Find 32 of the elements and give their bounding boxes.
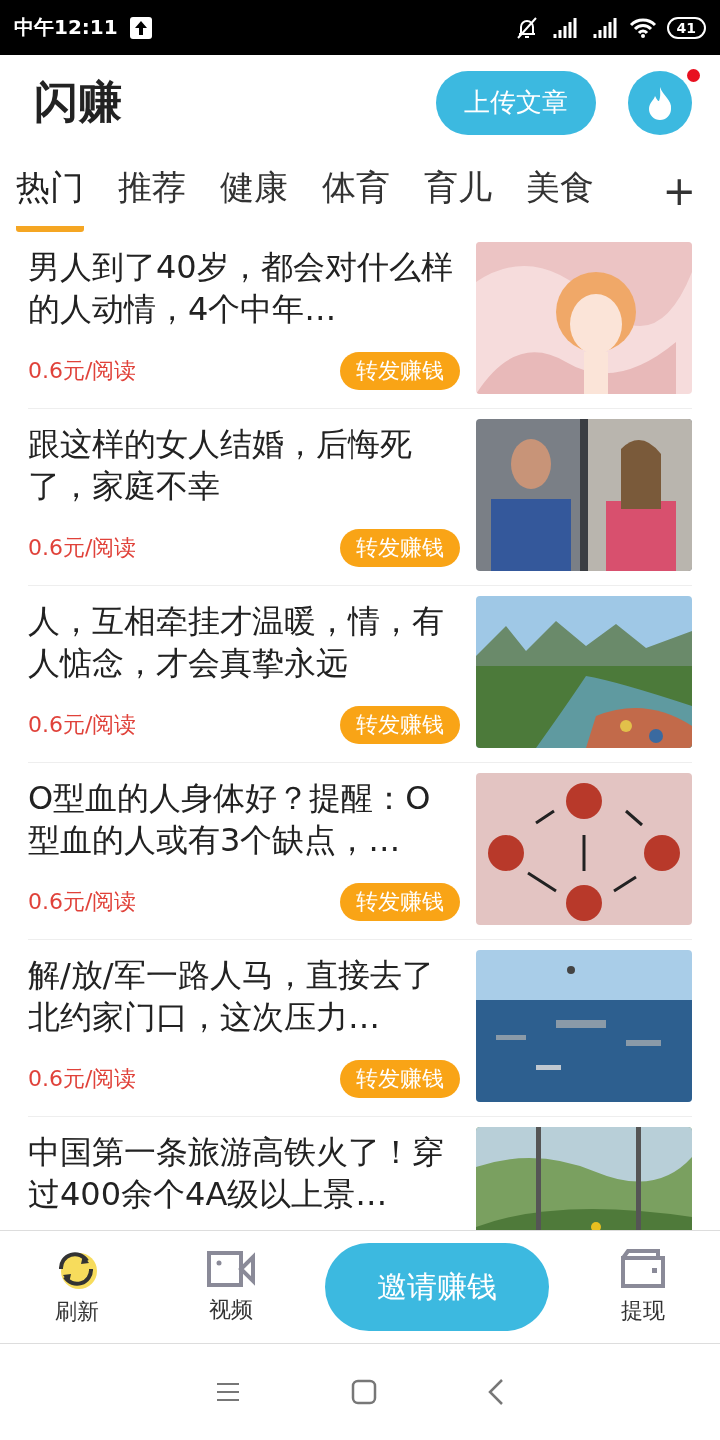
article-title[interactable]: 中国第一条旅游高铁火了！穿过400余个4A级以上景…: [28, 1131, 460, 1215]
article-title[interactable]: 跟这样的女人结婚，后悔死了，家庭不幸: [28, 423, 460, 507]
flame-icon: [647, 85, 673, 120]
wallet-icon: [620, 1248, 666, 1290]
video-camera-icon: [207, 1249, 255, 1289]
menu-icon[interactable]: [215, 1380, 241, 1403]
article-title[interactable]: 男人到了40岁，都会对什么样的人动情，4个中年…: [28, 246, 460, 330]
nav-item[interactable]: 提现: [583, 1247, 703, 1327]
back-icon[interactable]: [487, 1377, 505, 1406]
article-price: 0.6元/阅读: [28, 534, 137, 562]
wifi-icon: [628, 16, 657, 39]
status-time: 中午12:11: [14, 14, 118, 41]
app-title: 闪赚: [34, 75, 122, 129]
category-tab[interactable]: 育儿: [424, 150, 492, 232]
category-tab[interactable]: 推荐: [118, 150, 186, 232]
bell-muted-icon: [514, 15, 539, 40]
category-tab[interactable]: 健康: [220, 150, 288, 232]
nav-item[interactable]: 刷新: [17, 1246, 137, 1328]
article-price: 0.6元/阅读: [28, 711, 137, 739]
home-icon[interactable]: [351, 1378, 377, 1405]
article-title[interactable]: 解/放/军一路人马，直接去了北约家门口，这次压力…: [28, 954, 460, 1038]
category-tab[interactable]: 美食: [526, 150, 594, 232]
article-title[interactable]: 人，互相牵挂才温暖，情，有人惦念，才会真挚永远: [28, 600, 460, 684]
category-tab[interactable]: 热门: [16, 150, 84, 232]
battery-indicator: 41: [666, 16, 706, 39]
article-price: 0.6元/阅读: [28, 357, 137, 385]
article-title[interactable]: O型血的人身体好？提醒：O型血的人或有3个缺点，…: [28, 777, 460, 861]
add-tab-button[interactable]: +: [654, 168, 704, 214]
category-tab[interactable]: 体育: [322, 150, 390, 232]
article-price: 0.6元/阅读: [28, 1065, 137, 1093]
article-price: 0.6元/阅读: [28, 888, 137, 916]
nav-item[interactable]: 视频: [171, 1248, 291, 1326]
